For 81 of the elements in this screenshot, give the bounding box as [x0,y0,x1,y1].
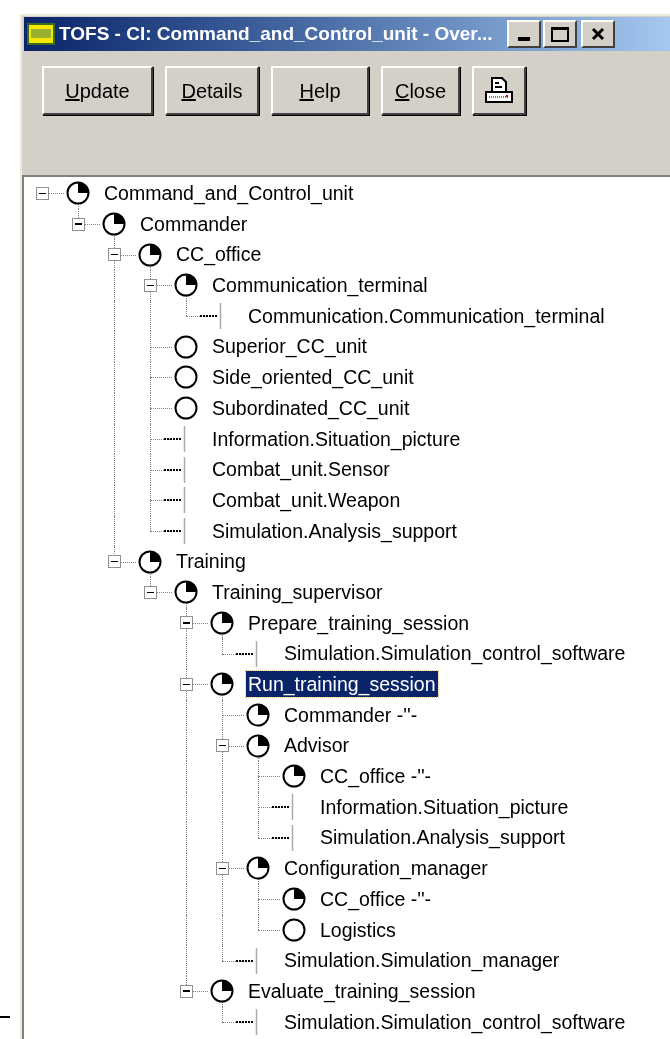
tree-item[interactable]: Run_training_session [246,671,438,697]
pie-icon [282,764,306,789]
link-icon [236,947,258,974]
tree-item[interactable]: Commander [138,210,250,237]
circle-icon [174,365,198,390]
pie-icon [102,212,126,237]
tree-item[interactable]: Simulation.Simulation_control_software [282,1008,628,1035]
tree-item[interactable]: CC_office [174,241,264,268]
link-icon [272,824,294,851]
minimize-icon [517,37,530,41]
tree-item[interactable]: Combat_unit.Sensor [210,456,392,483]
minimize-button[interactable] [506,20,541,48]
tree-item[interactable]: Simulation.Analysis_support [318,824,567,851]
tree-item[interactable]: Information.Situation_picture [210,425,463,452]
printer-icon [484,75,514,106]
pie-icon [210,979,234,1004]
pie-icon [246,856,270,881]
tree-item[interactable]: Superior_CC_unit [210,333,369,360]
tree-item[interactable]: Prepare_training_session [246,609,472,636]
pie-icon [210,610,234,635]
pie-icon [246,703,270,728]
link-icon [236,640,258,667]
pie-icon [174,273,198,298]
link-icon [164,456,186,483]
circle-icon [282,917,306,942]
pie-icon [282,887,306,912]
tree-item[interactable]: Subordinated_CC_unit [210,394,412,421]
collapse-toggle[interactable] [36,186,49,200]
collapse-toggle[interactable] [144,278,157,292]
collapse-toggle[interactable] [216,739,229,753]
tree-item[interactable]: Information.Situation_picture [318,793,571,820]
print-button[interactable] [472,66,526,115]
tree-item[interactable]: Training_supervisor [210,578,385,605]
link-icon [272,794,294,821]
pie-icon [66,181,90,206]
close-button[interactable] [580,20,615,48]
link-icon [164,487,186,514]
link-icon [164,517,186,544]
tree-item[interactable]: Simulation.Simulation_control_software [282,640,628,667]
tree-item[interactable]: Simulation.Analysis_support [210,517,459,544]
tree-item[interactable]: CC_office -''- [318,885,434,912]
link-icon [200,303,222,330]
pie-icon [138,549,162,574]
circle-icon [174,334,198,359]
pie-icon [246,733,270,758]
toolbar-button[interactable]: Details [165,66,259,115]
circle-icon [174,396,198,421]
tree-item[interactable]: Logistics [318,916,398,943]
app-icon [27,23,55,45]
tree-item[interactable]: Training [174,548,248,575]
collapse-toggle[interactable] [180,616,193,630]
collapse-toggle[interactable] [108,555,121,569]
tree-item[interactable]: Configuration_manager [282,855,490,882]
tree-item[interactable]: Communication.Communication_terminal [246,302,607,329]
tree-item[interactable]: Command_and_Control_unit [102,180,356,206]
toolbar-button[interactable]: Update [42,66,153,115]
collapse-toggle[interactable] [180,984,193,998]
collapse-toggle[interactable] [144,585,157,599]
tree-item[interactable]: CC_office -''- [318,763,434,790]
pie-icon [138,242,162,267]
window-title: TOFS - CI: Command_and_Control_unit - Over... [59,21,493,46]
maximize-icon [550,26,569,42]
collapse-toggle[interactable] [72,217,85,231]
link-icon [236,1008,258,1035]
tree-item[interactable]: Simulation.Simulation_manager [282,947,562,974]
link-icon [164,425,186,452]
maximize-button[interactable] [542,20,577,48]
tree-item[interactable]: Communication_terminal [210,272,430,299]
tree-item[interactable]: Commander -''- [282,701,420,728]
pie-icon [210,672,234,697]
close-icon [590,27,605,41]
pie-icon [174,580,198,605]
collapse-toggle[interactable] [216,861,229,875]
tree-item[interactable]: Combat_unit.Weapon [210,486,403,513]
collapse-toggle[interactable] [180,677,193,691]
toolbar-button[interactable]: Close [381,66,460,115]
tree-item[interactable]: Side_oriented_CC_unit [210,364,416,391]
collapse-toggle[interactable] [108,248,121,262]
toolbar-button[interactable]: Help [271,66,369,115]
tree-item[interactable]: Evaluate_training_session [246,977,478,1004]
tree-item[interactable]: Advisor [282,732,352,759]
